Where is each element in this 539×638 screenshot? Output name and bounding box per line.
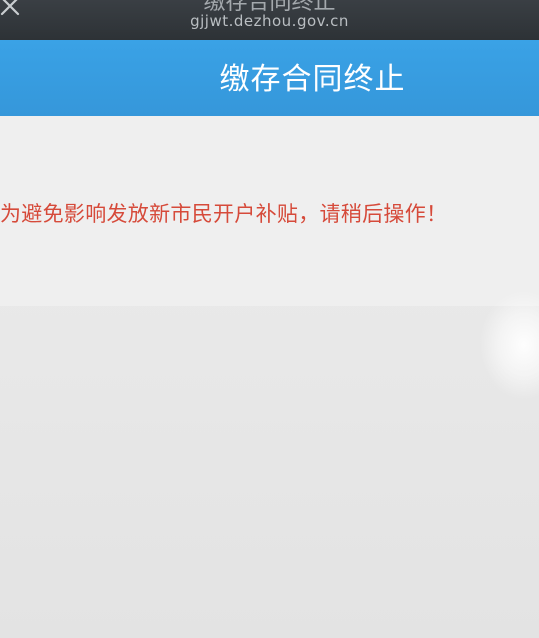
content-area: 为避免影响发放新市民开户补贴，请稍后操作！	[0, 116, 539, 638]
app-header: 缴存合同终止	[0, 40, 539, 116]
browser-bar: 缴存合同终止 gjjwt.dezhou.gov.cn	[0, 0, 539, 40]
page-title: 缴存合同终止	[219, 62, 406, 97]
notice-message: 为避免影响发放新市民开户补贴，请稍后操作！	[0, 202, 448, 226]
notice-panel: 为避免影响发放新市民开户补贴，请稍后操作！	[0, 116, 539, 306]
screen: 缴存合同终止 gjjwt.dezhou.gov.cn 缴存合同终止 为避免影响发…	[0, 0, 539, 638]
browser-url: gjjwt.dezhou.gov.cn	[190, 12, 349, 30]
